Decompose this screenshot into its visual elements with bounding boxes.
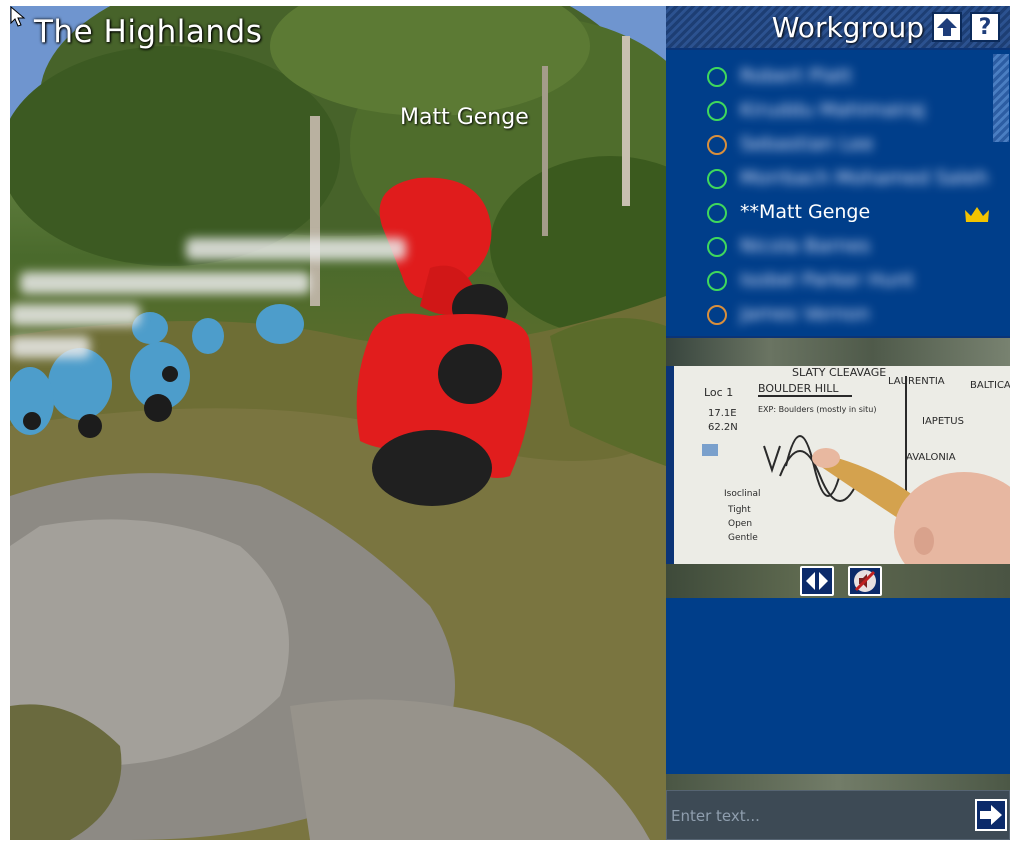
list-item[interactable]: Morrbach Mohamed Saleh [666,162,989,196]
arrow-up-icon [937,18,957,36]
member-name: Nicola Barnes [740,235,871,257]
member-name: **Matt Genge [740,201,871,223]
wb-text: SLATY CLEAVAGE [792,366,886,379]
list-item-current-user[interactable]: **Matt Genge [666,196,989,230]
list-item[interactable]: Nicola Barnes [666,230,986,264]
blurred-nameplate [20,272,310,294]
wb-text: Isoclinal [724,489,761,499]
chat-divider [666,774,1010,790]
status-online-icon [707,203,727,223]
mute-audio-button[interactable] [848,566,882,596]
status-away-icon [707,305,727,325]
toggle-video-size-button[interactable] [800,566,834,596]
workgroup-header: Workgroup ? [666,6,1010,48]
expand-arrows-icon [806,572,828,590]
chat-input[interactable] [671,801,961,831]
list-item[interactable]: Kiruddu Mahimairaj [666,94,986,128]
wb-text: AVALONIA [906,452,956,463]
member-list-scrollbar[interactable] [993,54,1009,142]
video-feed[interactable]: SLATY CLEAVAGE LAURENTIA BALTICA Loc 1 B… [674,366,1010,566]
status-online-icon [707,169,727,189]
member-list: Robert Platt Kiruddu Mahimairaj Sebastia… [666,50,1010,336]
wb-text: LAURENTIA [888,376,945,387]
avatar-nameplate: Matt Genge [400,105,529,130]
member-name: James Vernon [740,303,870,325]
wb-text: Tight [727,505,751,515]
wb-text: Open [728,519,752,529]
member-name: Isobel Parker Hunt [740,269,914,291]
whiteboard-image: SLATY CLEAVAGE LAURENTIA BALTICA Loc 1 B… [674,366,1010,566]
crown-icon [965,207,989,222]
status-online-icon [707,271,727,291]
workgroup-panel: Workgroup ? Robert Platt Kiruddu Mahimai… [666,6,1010,840]
send-button[interactable] [975,799,1007,831]
list-item[interactable]: James Vernon [666,298,986,332]
blurred-nameplate [10,336,90,358]
video-controls [666,564,1010,598]
blurred-nameplate [186,238,406,260]
chat-input-bar [666,790,1010,840]
workgroup-title: Workgroup [771,11,924,44]
wb-text: 62.2N [708,422,738,433]
member-name: Morrbach Mohamed Saleh [740,167,989,189]
member-name: Kiruddu Mahimairaj [740,99,926,121]
world-title: The Highlands [34,14,263,50]
status-online-icon [707,67,727,87]
collapse-panel-button[interactable] [932,12,962,42]
status-online-icon [707,101,727,121]
wb-text: BOULDER HILL [758,382,839,395]
member-name: Robert Platt [740,65,853,87]
member-name: Sebastian Lee [740,133,874,155]
wb-text: IAPETUS [922,416,964,427]
wb-text: BALTICA [970,380,1010,391]
speaker-muted-icon [854,570,876,592]
list-item[interactable]: Sebastian Lee [666,128,986,162]
list-item[interactable]: Robert Platt [666,60,986,94]
game-window: The Highlands Matt Genge Workgroup ? Rob… [10,6,1010,840]
world-view[interactable]: The Highlands Matt Genge [10,6,666,840]
mouse-cursor-icon [10,6,26,27]
wb-text: Loc 1 [704,386,733,399]
status-away-icon [707,135,727,155]
scene-backdrop [10,6,666,840]
wb-text: Gentle [728,533,758,543]
help-button[interactable]: ? [970,12,1000,42]
chat-log[interactable] [666,598,1010,774]
panel-divider [666,338,1010,366]
status-online-icon [707,237,727,257]
arrow-right-icon [980,805,1002,825]
wb-text: EXP: Boulders (mostly in situ) [758,405,876,414]
blurred-nameplate [10,304,140,326]
wb-text: 17.1E [708,408,737,419]
list-item[interactable]: Isobel Parker Hunt [666,264,986,298]
